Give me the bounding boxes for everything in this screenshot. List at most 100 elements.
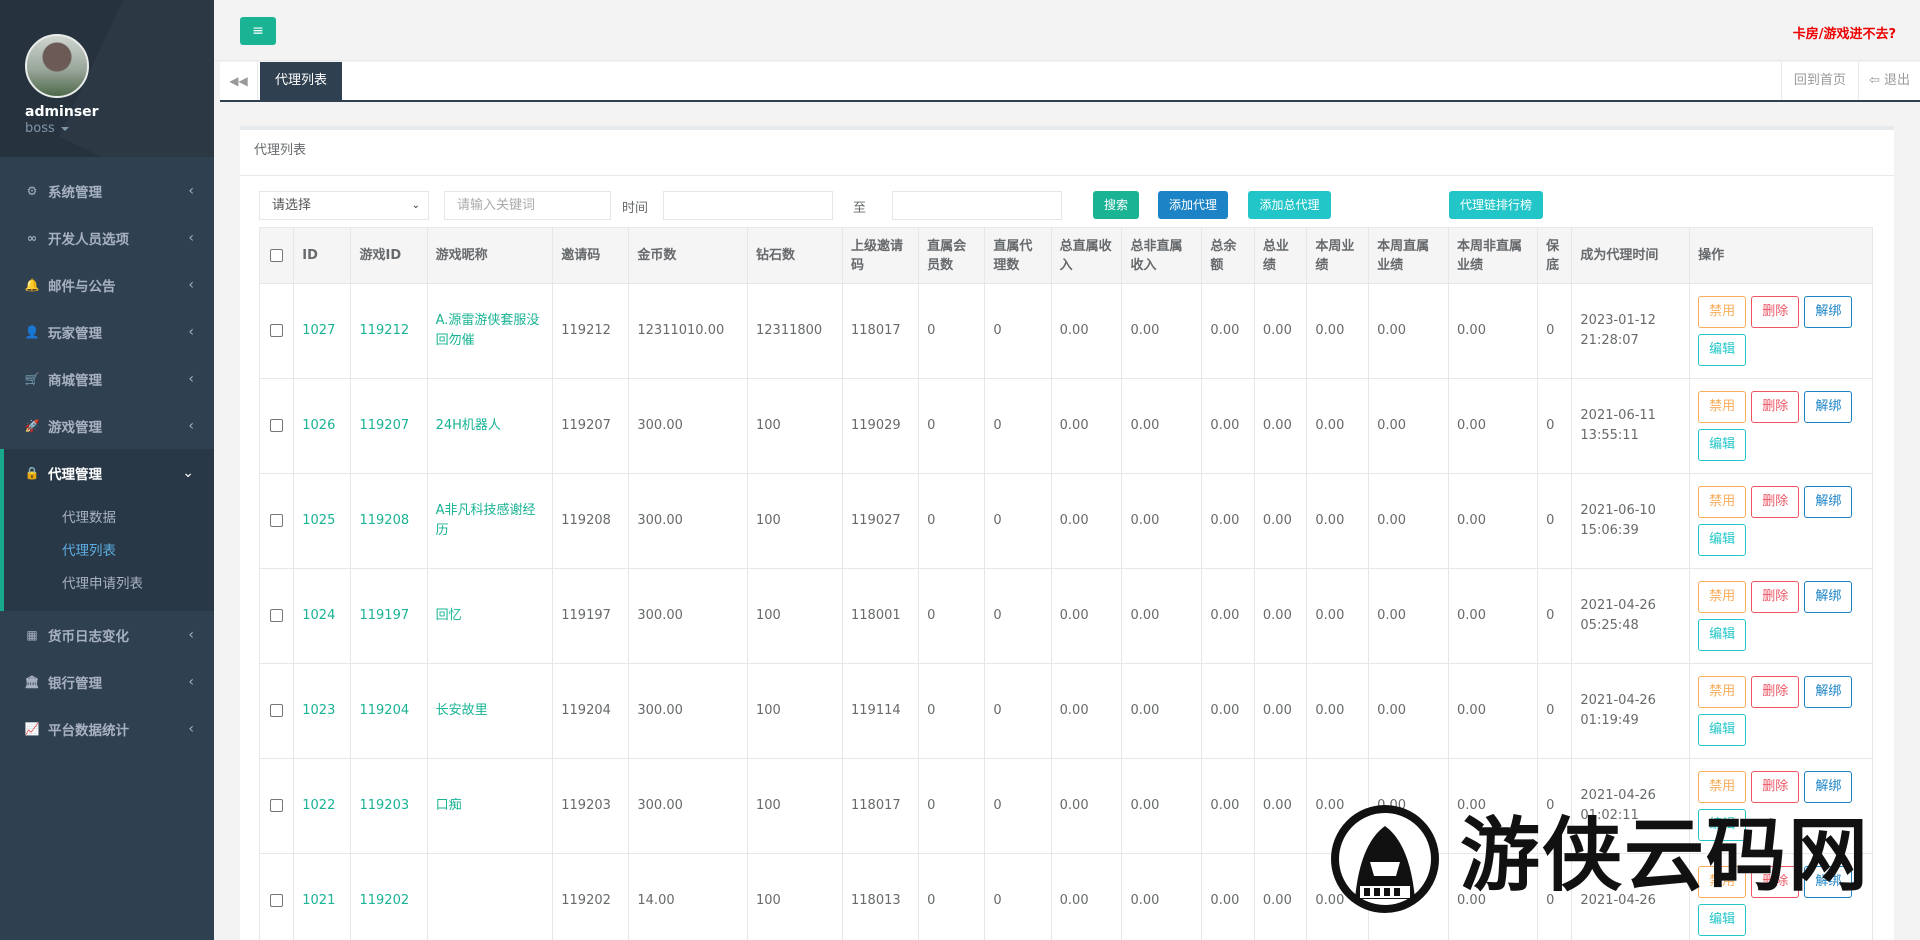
nickname-link[interactable]: 长安故里 (436, 703, 488, 718)
id-link[interactable]: 1022 (302, 798, 335, 813)
cell-actions: 禁用 删除 解绑编辑 (1689, 378, 1873, 474)
unbind-button[interactable]: 解绑 (1804, 676, 1853, 708)
delete-button[interactable]: 删除 (1751, 771, 1800, 803)
cell-diamond: 100 (747, 758, 844, 854)
delete-button[interactable]: 删除 (1751, 296, 1800, 328)
edit-button[interactable]: 编辑 (1698, 524, 1747, 556)
edit-button[interactable]: 编辑 (1698, 334, 1747, 366)
agent-ranking-button[interactable]: 代理链排行榜 (1449, 191, 1543, 219)
disable-button[interactable]: 禁用 (1698, 866, 1747, 898)
unbind-button[interactable]: 解绑 (1804, 581, 1853, 613)
user-role-dropdown[interactable]: boss (25, 121, 214, 136)
week_indirect-value: 0.00 (1457, 418, 1486, 433)
submenu-item-2[interactable]: 代理申请列表 (4, 568, 214, 601)
row-checkbox[interactable] (270, 894, 284, 907)
cell-gold: 300.00 (628, 758, 749, 854)
menu-toggle-button[interactable]: ≡ (240, 17, 276, 45)
nickname-link[interactable]: 24H机器人 (436, 418, 501, 433)
game_id-link[interactable]: 119203 (359, 798, 409, 813)
disable-button[interactable]: 禁用 (1698, 486, 1747, 518)
unbind-button[interactable]: 解绑 (1804, 391, 1853, 423)
delete-button[interactable]: 删除 (1751, 581, 1800, 613)
edit-button[interactable]: 编辑 (1698, 619, 1747, 651)
row-checkbox[interactable] (270, 514, 284, 527)
end-date-input[interactable] (892, 191, 1062, 220)
unbind-button[interactable]: 解绑 (1804, 771, 1853, 803)
nickname-link[interactable]: 口痴 (436, 798, 462, 813)
add-top-agent-button[interactable]: 添加总代理 (1248, 191, 1331, 219)
sidebar-item-8[interactable]: 🏛 银行管理 ‹ (0, 658, 214, 705)
disable-button[interactable]: 禁用 (1698, 771, 1747, 803)
game_id-link[interactable]: 119204 (359, 703, 409, 718)
tab-agent-list[interactable]: 代理列表 (260, 62, 343, 100)
disable-button[interactable]: 禁用 (1698, 581, 1747, 613)
time-label: 时间 (622, 201, 649, 216)
game_id-link[interactable]: 119207 (359, 418, 409, 433)
edit-button[interactable]: 编辑 (1698, 429, 1747, 461)
submenu-item-0[interactable]: 代理数据 (4, 502, 214, 535)
disable-button[interactable]: 禁用 (1698, 676, 1747, 708)
game_id-link[interactable]: 119202 (359, 893, 409, 908)
edit-button[interactable]: 编辑 (1698, 809, 1747, 841)
unbind-button[interactable]: 解绑 (1804, 866, 1853, 898)
game_id-link[interactable]: 119208 (359, 513, 409, 528)
id-link[interactable]: 1026 (302, 418, 335, 433)
row-checkbox[interactable] (270, 609, 284, 622)
gold-value: 14.00 (637, 893, 675, 908)
search-button[interactable]: 搜索 (1093, 191, 1139, 219)
game_id-link[interactable]: 119212 (359, 323, 409, 338)
unbind-button[interactable]: 解绑 (1804, 296, 1853, 328)
keyword-input[interactable] (444, 191, 611, 220)
start-date-input[interactable] (663, 191, 833, 220)
disable-button[interactable]: 禁用 (1698, 391, 1747, 423)
submenu-item-1[interactable]: 代理列表 (4, 535, 214, 568)
id-link[interactable]: 1021 (302, 893, 335, 908)
disable-button[interactable]: 禁用 (1698, 296, 1747, 328)
id-link[interactable]: 1027 (302, 323, 335, 338)
select-all-checkbox[interactable] (270, 249, 284, 262)
row-checkbox[interactable] (270, 704, 284, 717)
row-checkbox[interactable] (270, 419, 284, 432)
unbind-button[interactable]: 解绑 (1804, 486, 1853, 518)
nickname-link[interactable]: A.源雷游侠套服没回勿催 (436, 313, 540, 348)
cell-game_id: 119207 (350, 378, 428, 474)
sidebar-item-0[interactable]: ⚙ 系统管理 ‹ (0, 167, 214, 214)
delete-button[interactable]: 删除 (1751, 866, 1800, 898)
logout-button[interactable]: ⇦ 退出 (1857, 62, 1920, 100)
sidebar-item-7[interactable]: ▦ 货币日志变化 ‹ (0, 611, 214, 658)
nickname-link[interactable]: 回忆 (436, 608, 462, 623)
row-checkbox[interactable] (270, 324, 284, 337)
id-link[interactable]: 1023 (302, 703, 335, 718)
sidebar-item-3[interactable]: 👤 玩家管理 ‹ (0, 308, 214, 355)
sidebar-item-6[interactable]: 🔒 代理管理 ⌄ (0, 449, 214, 496)
week_direct-value: 0.00 (1377, 513, 1407, 528)
sidebar-item-5[interactable]: 🚀 游戏管理 ‹ (0, 402, 214, 449)
sidebar-item-1[interactable]: ∞ 开发人员选项 ‹ (0, 214, 214, 261)
filter-select[interactable]: 请选择 ⌄ (259, 191, 429, 220)
edit-button[interactable]: 编辑 (1698, 904, 1747, 936)
week_direct-value: 0.00 (1377, 893, 1407, 908)
avatar[interactable] (25, 34, 89, 98)
room-issue-link[interactable]: 卡房/游戏进不去? (1793, 23, 1896, 42)
nickname-link[interactable]: A非凡科技感谢经历 (436, 503, 536, 538)
id-link[interactable]: 1024 (302, 608, 335, 623)
cell-week_indirect: 0.00 (1448, 663, 1539, 759)
sidebar-item-2[interactable]: 🔔 邮件与公告 ‹ (0, 261, 214, 308)
delete-button[interactable]: 删除 (1751, 676, 1800, 708)
delete-button[interactable]: 删除 (1751, 391, 1800, 423)
tab-scroll-left-button[interactable]: ◀◀ (220, 62, 258, 100)
id-link[interactable]: 1025 (302, 513, 335, 528)
gold-value: 300.00 (637, 608, 683, 623)
game_id-link[interactable]: 119197 (359, 608, 409, 623)
add-agent-button[interactable]: 添加代理 (1158, 191, 1228, 219)
sidebar-item-4[interactable]: 🛒 商城管理 ‹ (0, 355, 214, 402)
members-value: 0 (927, 608, 936, 623)
home-tab-button[interactable]: 回到首页 (1780, 62, 1858, 100)
edit-button[interactable]: 编辑 (1698, 714, 1747, 746)
sidebar-item-9[interactable]: 📈 平台数据统计 ‹ (0, 705, 214, 752)
cell-time: 2021-04-26 01:19:49 (1571, 663, 1691, 759)
select-all-cell (258, 227, 295, 284)
delete-button[interactable]: 删除 (1751, 486, 1800, 518)
cell-week_perf: 0.00 (1306, 283, 1370, 379)
row-checkbox[interactable] (270, 799, 284, 812)
